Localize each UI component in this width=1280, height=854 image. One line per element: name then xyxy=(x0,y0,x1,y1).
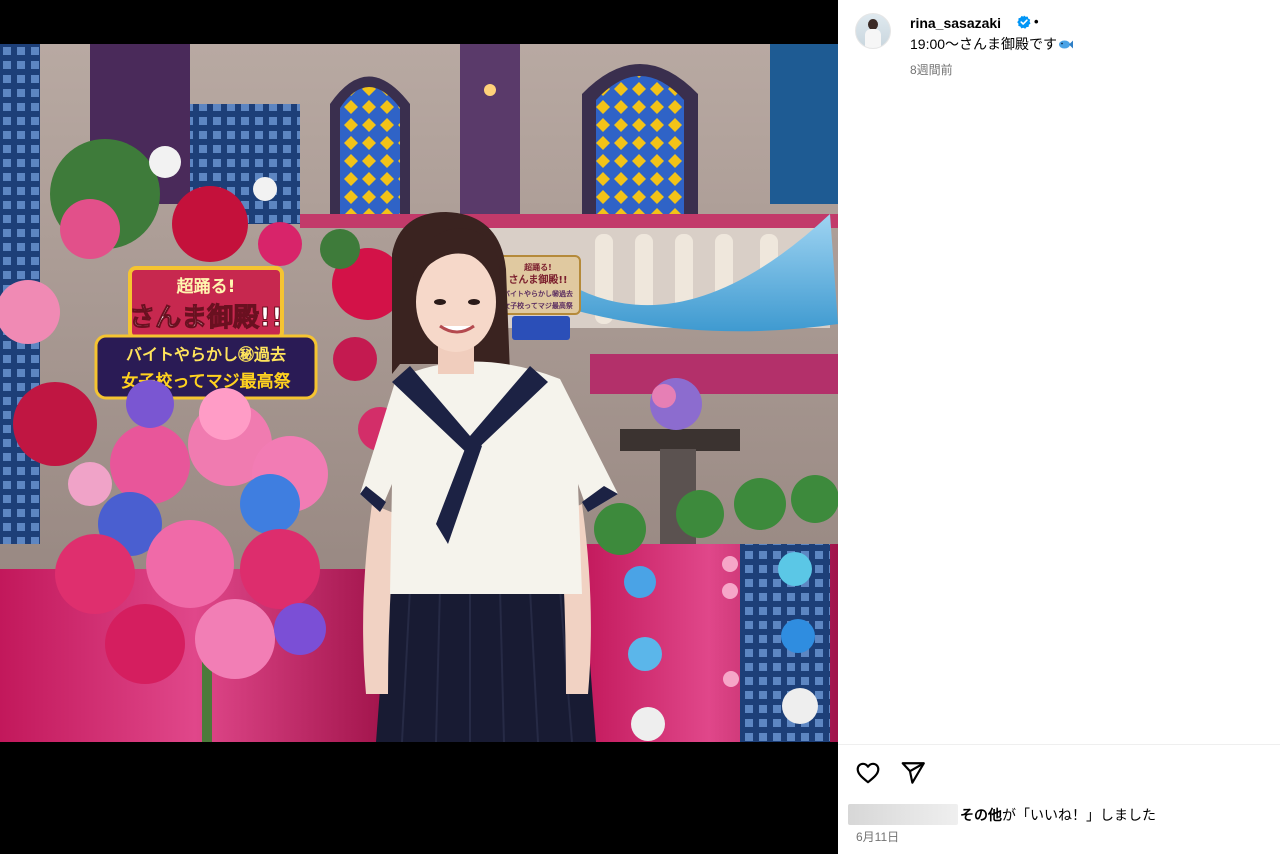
post-username[interactable]: rina_sasazaki xyxy=(910,15,1001,31)
sign-small-line1: 超踊る! xyxy=(523,262,552,272)
sign-small-line3: バイトやらかし㊙過去 xyxy=(503,289,573,298)
action-divider xyxy=(838,744,1280,745)
paper-plane-icon[interactable] xyxy=(900,760,926,786)
likes-others-link[interactable]: その他 xyxy=(960,807,1002,823)
sign-main-line1: 超踊る! xyxy=(177,276,236,297)
fish-emoji-icon xyxy=(1059,40,1074,49)
likers-preview-blurred[interactable] xyxy=(848,804,958,825)
post-photo[interactable]: 超踊る! さんま御殿!! バイトやらかし㊙過去 女子校ってマジ最高祭 超踊る! … xyxy=(0,44,838,742)
media-pane: 超踊る! さんま御殿!! バイトやらかし㊙過去 女子校ってマジ最高祭 超踊る! … xyxy=(0,0,838,854)
sign-main-line3: バイトやらかし㊙過去 xyxy=(126,345,286,364)
caption-text: 19:00〜さんま御殿です xyxy=(910,36,1058,52)
instagram-post-view: 超踊る! さんま御殿!! バイトやらかし㊙過去 女子校ってマジ最高祭 超踊る! … xyxy=(0,0,1280,854)
sign-small-line4: 女子校ってマジ最高祭 xyxy=(503,301,574,310)
avatar-body xyxy=(865,29,881,48)
verified-badge-icon xyxy=(1017,15,1031,29)
separator-dot: • xyxy=(1034,14,1039,29)
post-time-ago[interactable]: 8週間前 xyxy=(910,61,953,78)
avatar[interactable] xyxy=(855,13,891,49)
post-caption: 19:00〜さんま御殿です xyxy=(910,34,1074,54)
sign-main-line2: さんま御殿!! xyxy=(129,302,283,333)
sign-small-line2: さんま御殿!! xyxy=(508,273,567,286)
likes-text: が「いいね！」しました xyxy=(1002,807,1156,823)
post-side-panel: rina_sasazaki • 19:00〜さんま御殿です 8週間前 その他が「… xyxy=(838,0,1280,854)
heart-outline-icon[interactable] xyxy=(855,760,881,786)
post-date[interactable]: 6月11日 xyxy=(856,828,899,845)
likes-summary: その他が「いいね！」しました xyxy=(960,805,1156,825)
photo-illustration: 超踊る! さんま御殿!! バイトやらかし㊙過去 女子校ってマジ最高祭 超踊る! … xyxy=(0,44,838,742)
